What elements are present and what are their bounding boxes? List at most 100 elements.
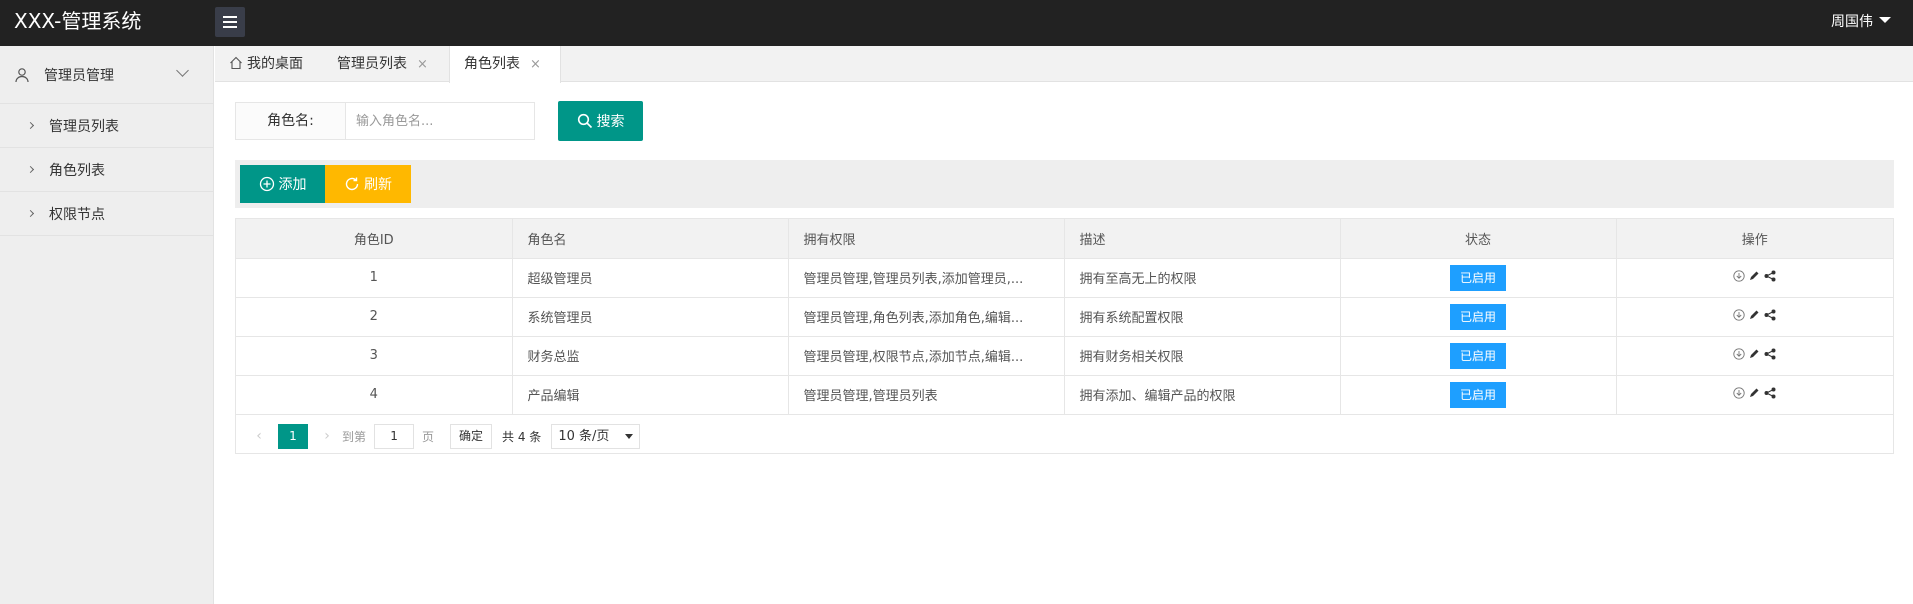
share-icon[interactable] [1764,387,1776,399]
chevron-right-icon [26,209,35,218]
cell-role-id: 2 [236,297,513,337]
menu-toggle-button[interactable] [215,7,245,37]
chevron-down-icon [176,64,189,77]
next-page-button[interactable]: › [318,428,336,444]
sidebar-item-admin-list[interactable]: 管理员列表 [0,104,213,148]
table-header-row: 角色ID 角色名 拥有权限 描述 状态 操作 [236,219,1893,259]
cell-actions [1616,258,1893,298]
status-badge[interactable]: 已启用 [1449,264,1506,291]
edit-pencil-icon[interactable] [1749,309,1760,320]
cell-status: 已启用 [1340,258,1617,298]
search-form: 角色名: [235,102,535,140]
cell-status: 已启用 [1340,375,1617,415]
add-button-label: 添加 [278,177,307,193]
action-toolbar: 添加 刷新 [235,160,1894,208]
close-icon[interactable]: × [417,57,428,72]
column-header-description[interactable]: 描述 [1064,219,1341,259]
cell-role-id: 4 [236,375,513,415]
edit-pencil-icon[interactable] [1749,348,1760,359]
cell-role-id: 1 [236,258,513,298]
column-header-actions[interactable]: 操作 [1616,219,1893,259]
table-row: 2 系统管理员 管理员管理,角色列表,添加角色,编辑... 拥有系统配置权限 已… [236,297,1893,337]
cell-permissions: 管理员管理,管理员列表 [788,375,1065,415]
cell-actions [1616,336,1893,376]
cell-description: 拥有系统配置权限 [1064,297,1341,337]
download-circle-icon[interactable] [1733,347,1745,360]
total-count: 共 4 条 [502,429,542,444]
goto-label: 到第 [342,429,367,444]
cell-actions [1616,375,1893,415]
share-icon[interactable] [1764,348,1776,360]
refresh-icon [345,177,359,191]
user-menu[interactable]: 周国伟 [1831,0,1891,46]
goto-confirm-button[interactable]: 确定 [450,423,493,449]
cell-permissions: 管理员管理,角色列表,添加角色,编辑... [788,297,1065,337]
column-header-permissions[interactable]: 拥有权限 [788,219,1065,259]
sidebar-group-label: 管理员管理 [44,67,114,84]
cell-role-name: 产品编辑 [512,375,789,415]
role-table: 角色ID 角色名 拥有权限 描述 状态 操作 1 超级管理员 管理员管理,管理员… [235,218,1894,454]
edit-pencil-icon[interactable] [1749,270,1760,281]
app-logo: XXX-管理系统 [14,9,142,33]
goto-page-input[interactable] [374,423,415,449]
add-button[interactable]: 添加 [240,165,325,203]
refresh-button[interactable]: 刷新 [325,165,411,203]
tab-desktop[interactable]: 我的桌面 [229,46,303,82]
sidebar-group-admin[interactable]: 管理员管理 [0,46,213,104]
tab-label: 管理员列表 [337,56,407,72]
top-header: XXX-管理系统 周国伟 [0,0,1913,46]
table-row: 1 超级管理员 管理员管理,管理员列表,添加管理员,... 拥有至高无上的权限 … [236,258,1893,298]
status-badge[interactable]: 已启用 [1449,342,1506,369]
hamburger-icon-line [223,26,237,28]
cell-actions [1616,297,1893,337]
refresh-button-label: 刷新 [364,177,392,193]
download-circle-icon[interactable] [1733,269,1745,282]
user-icon [15,67,29,82]
sidebar-item-role-list[interactable]: 角色列表 [0,148,213,192]
search-label: 角色名: [236,103,346,139]
chevron-right-icon [26,121,35,130]
search-button[interactable]: 搜索 [558,101,643,141]
sidebar-item-label: 管理员列表 [49,118,119,135]
tab-label: 我的桌面 [247,56,303,72]
prev-page-button[interactable]: ‹ [250,428,268,444]
edit-pencil-icon[interactable] [1749,387,1760,398]
hamburger-icon-line [223,21,237,23]
tab-admin-list[interactable]: 管理员列表 × [337,46,428,82]
hamburger-icon-line [223,16,237,18]
download-circle-icon[interactable] [1733,308,1745,321]
download-circle-icon[interactable] [1733,386,1745,399]
cell-permissions: 管理员管理,管理员列表,添加管理员,... [788,258,1065,298]
cell-description: 拥有添加、编辑产品的权限 [1064,375,1341,415]
tab-label: 角色列表 [464,56,520,72]
sidebar-item-label: 角色列表 [49,162,105,179]
tab-role-list[interactable]: 角色列表 × [449,46,561,83]
user-name: 周国伟 [1831,14,1873,30]
sidebar-item-permission-nodes[interactable]: 权限节点 [0,192,213,236]
page-size-select[interactable]: 10 条/页 [551,423,641,449]
table-row: 4 产品编辑 管理员管理,管理员列表 拥有添加、编辑产品的权限 已启用 [236,375,1893,415]
cell-role-name: 系统管理员 [512,297,789,337]
share-icon[interactable] [1764,309,1776,321]
column-header-name[interactable]: 角色名 [512,219,789,259]
share-icon[interactable] [1764,270,1776,282]
cell-role-id: 3 [236,336,513,376]
close-icon[interactable]: × [530,57,541,72]
cell-role-name: 超级管理员 [512,258,789,298]
role-name-input[interactable] [346,103,534,139]
current-page[interactable]: 1 [278,423,308,449]
home-icon [230,56,242,70]
cell-role-name: 财务总监 [512,336,789,376]
status-badge[interactable]: 已启用 [1449,303,1506,330]
column-header-id[interactable]: 角色ID [236,219,513,259]
page-label: 页 [422,429,435,444]
column-header-status[interactable]: 状态 [1340,219,1617,259]
search-button-label: 搜索 [596,114,625,130]
cell-description: 拥有财务相关权限 [1064,336,1341,376]
table-row: 3 财务总监 管理员管理,权限节点,添加节点,编辑... 拥有财务相关权限 已启… [236,336,1893,376]
cell-status: 已启用 [1340,297,1617,337]
status-badge[interactable]: 已启用 [1449,381,1506,408]
cell-permissions: 管理员管理,权限节点,添加节点,编辑... [788,336,1065,376]
pagination: ‹ 1 › 到第 页 确定 共 4 条 10 条/页 [236,418,1893,454]
search-icon [577,113,592,129]
